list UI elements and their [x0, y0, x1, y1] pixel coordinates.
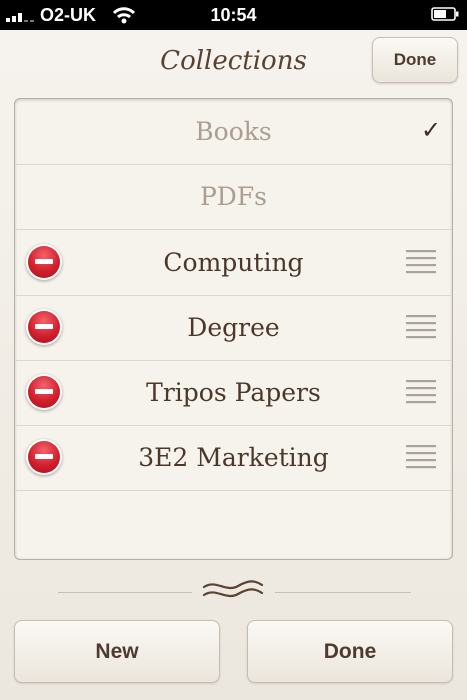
- collection-row-tripos-papers[interactable]: Tripos Papers: [15, 360, 452, 426]
- collections-sheet: Collections Done Books ✓ PDFs Computing …: [0, 30, 467, 700]
- collection-row-computing[interactable]: Computing: [15, 230, 452, 296]
- collection-label: 3E2 Marketing: [138, 443, 329, 472]
- footer-done-button[interactable]: Done: [247, 620, 453, 683]
- reorder-grip-icon[interactable]: [406, 315, 436, 339]
- collections-list: Books ✓ PDFs Computing Degree Tripos Pap…: [14, 98, 453, 560]
- collection-label: PDFs: [199, 182, 268, 211]
- flourish-icon: [202, 580, 264, 598]
- delete-minus-icon[interactable]: [28, 441, 60, 473]
- collection-label: Books: [195, 117, 272, 146]
- collection-label: Computing: [163, 248, 304, 277]
- checkmark-icon: ✓: [421, 116, 442, 144]
- divider-line: [275, 592, 411, 593]
- delete-minus-icon[interactable]: [28, 311, 60, 343]
- status-bar: O2-UK 10:54: [0, 0, 467, 30]
- collection-label: Degree: [187, 313, 280, 342]
- reorder-grip-icon[interactable]: [406, 445, 436, 469]
- collection-row-degree[interactable]: Degree: [15, 295, 452, 361]
- delete-minus-icon[interactable]: [28, 376, 60, 408]
- new-collection-button[interactable]: New: [14, 620, 220, 683]
- ornamental-divider: [0, 574, 467, 604]
- divider-line: [58, 592, 192, 593]
- collection-row-books[interactable]: Books ✓: [15, 99, 452, 165]
- collection-row-3e2-marketing[interactable]: 3E2 Marketing: [15, 425, 452, 491]
- header-done-button[interactable]: Done: [372, 37, 458, 83]
- battery-icon: [431, 7, 459, 21]
- reorder-grip-icon[interactable]: [406, 380, 436, 404]
- collection-row-pdfs[interactable]: PDFs: [15, 164, 452, 230]
- reorder-grip-icon[interactable]: [406, 250, 436, 274]
- status-time: 10:54: [210, 5, 257, 25]
- delete-minus-icon[interactable]: [28, 246, 60, 278]
- collection-label: Tripos Papers: [146, 378, 321, 407]
